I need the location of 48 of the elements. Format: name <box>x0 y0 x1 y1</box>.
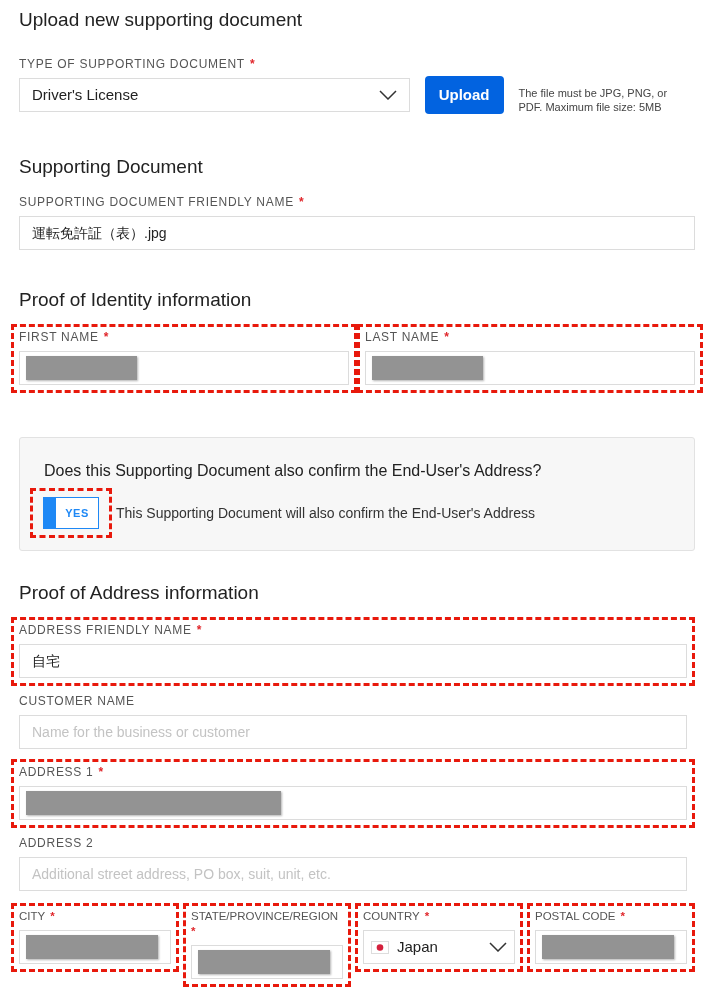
upload-hint: The file must be JPG, PNG, or PDF. Maximum file size: 5MB <box>518 86 669 114</box>
input-field[interactable] <box>191 945 343 979</box>
section-title: Proof of Identity information <box>19 288 253 312</box>
select-field[interactable]: Driver's License <box>19 78 410 112</box>
confirmation-description: This Supporting Document will also confirm the End-User's Address <box>116 503 535 523</box>
field-label: COUNTRY <box>363 909 420 924</box>
input-field[interactable]: Name for the business or customer <box>19 715 687 749</box>
field-label: CITY <box>19 909 46 924</box>
required-mark: * <box>249 57 256 72</box>
field-label: CUSTOMER NAME <box>19 694 135 709</box>
chevron-down-icon <box>378 90 397 100</box>
field-label: ADDRESS FRIENDLY NAME <box>19 623 192 638</box>
input-field[interactable] <box>535 930 687 964</box>
input-field[interactable] <box>19 786 687 820</box>
toggle-switch[interactable]: YES <box>43 497 99 529</box>
section-title: Proof of Address information <box>19 581 260 605</box>
input-field[interactable] <box>19 351 349 385</box>
required-mark: * <box>191 924 196 939</box>
input-field[interactable] <box>19 930 171 964</box>
text-input[interactable]: Additional street address, PO box, suit, unit, etc. <box>26 863 680 885</box>
required-mark: * <box>444 330 450 345</box>
required-mark: * <box>98 765 104 780</box>
required-mark: * <box>298 195 305 210</box>
chevron-down-icon <box>489 942 507 952</box>
country-select[interactable]: Japan <box>363 930 515 964</box>
input-field[interactable]: 自宅 <box>19 644 687 678</box>
text-input[interactable]: Name for the business or customer <box>26 721 680 743</box>
required-mark: * <box>196 623 203 638</box>
input-field[interactable]: 運転免許証（表）.jpg <box>19 216 695 250</box>
field-label: TYPE OF SUPPORTING DOCUMENT <box>19 57 245 72</box>
upload-button[interactable]: Upload <box>424 76 504 114</box>
field-label: ADDRESS 1 <box>19 765 94 780</box>
section-title: Supporting Document <box>19 155 204 179</box>
input-field[interactable]: Additional street address, PO box, suit, unit, etc. <box>19 857 687 891</box>
field-label: SUPPORTING DOCUMENT FRIENDLY NAME <box>19 195 294 210</box>
field-label: POSTAL CODE <box>535 909 616 924</box>
field-label: ADDRESS 2 <box>19 836 94 851</box>
required-mark: * <box>620 909 625 924</box>
field-label: STATE/PROVINCE/REGION <box>191 909 339 924</box>
required-mark: * <box>103 330 110 345</box>
field-label: FIRST NAME <box>19 330 99 345</box>
input-field[interactable] <box>365 351 695 385</box>
field-label: LAST NAME <box>365 330 440 345</box>
section-title: Upload new supporting document <box>19 8 304 32</box>
required-mark: * <box>50 909 55 924</box>
confirmation-question: Does this Supporting Document also confirm the End-User's Address? <box>44 461 543 481</box>
required-mark: * <box>424 909 430 924</box>
flag-icon <box>371 940 389 954</box>
